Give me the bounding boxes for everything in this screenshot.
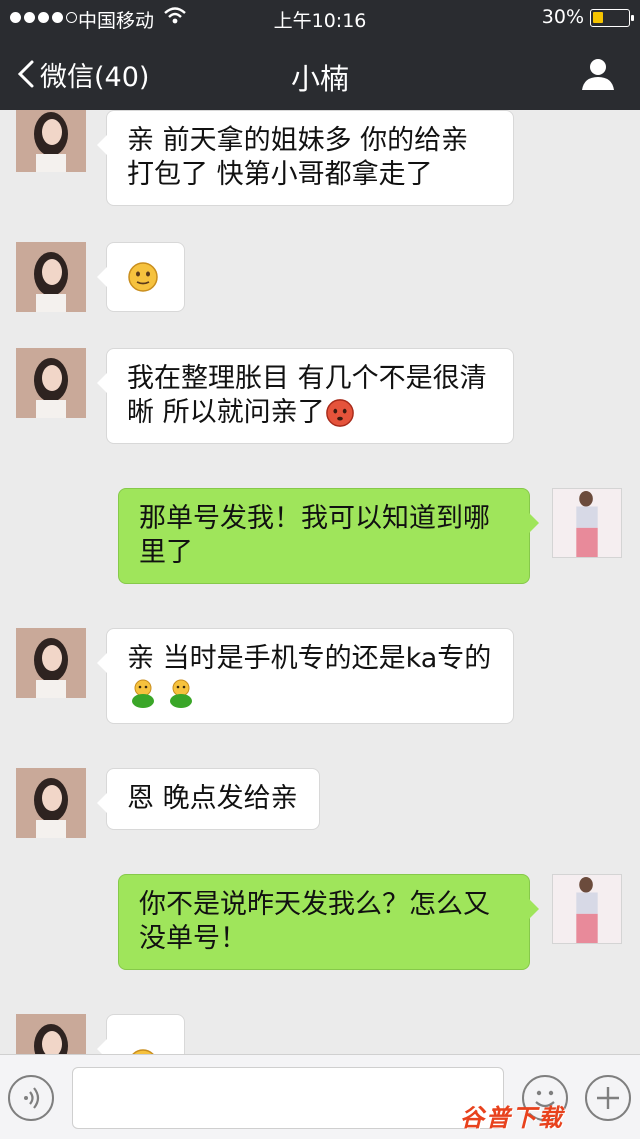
message-line: 那单号发我！我可以知道到哪 [139,503,490,534]
message-line: 里了 [139,537,193,568]
message-line: 亲 前天拿的姐妹多 你的给亲 [127,125,469,156]
emoji-row [127,676,493,710]
contact-avatar[interactable] [16,348,86,418]
green-figure-emoji [132,679,154,708]
message-line-row: 晰 所以就问亲了 [127,396,493,430]
contact-avatar[interactable] [16,1014,86,1054]
message-bubble[interactable] [97,1014,185,1054]
person-icon [582,59,614,90]
message-input[interactable] [72,1067,504,1129]
contact-avatar[interactable] [16,110,86,172]
my-avatar[interactable] [552,874,622,944]
message-bubble[interactable]: 你不是说昨天发我么？怎么又 没单号！ [118,874,539,970]
status-bar: 中国移动 上午10:16 30% [0,0,640,36]
chat-title: 小楠 [290,62,349,96]
navigation-bar: 微信(40) 小楠 [0,44,640,104]
contact-avatar[interactable] [16,628,86,698]
contact-avatar[interactable] [16,768,86,838]
battery-icon [590,9,634,27]
message-line: 亲 当时是手机专的还是ka专的 [127,643,492,674]
message-bubble[interactable]: 那单号发我！我可以知道到哪 里了 [118,488,539,584]
battery-percent: 30% [541,6,584,28]
chat-area[interactable]: 亲 前天拿的姐妹多 你的给亲 打包了 快第小哥都拿走了 我在整理胀目 有几个不是… [0,110,640,1054]
green-figure-emoji [170,679,192,708]
battery-fill [593,12,603,23]
contact-profile-button[interactable] [578,54,618,94]
contact-avatar[interactable] [16,242,86,312]
voice-button[interactable] [8,1075,54,1121]
watermark: 谷普下载 [460,1104,564,1132]
voice-icon [24,1087,40,1109]
message-bubble[interactable]: 我在整理胀目 有几个不是很清 晰 所以就问亲了 [97,348,514,444]
message-line: 没单号！ [139,923,247,954]
message-line: 打包了 快第小哥都拿走了 [127,159,433,190]
message-line: 恩 晚点发给亲 [127,783,298,814]
smile-emoji [128,262,158,292]
message-bubble[interactable]: 亲 当时是手机专的还是ka专的 [97,628,514,724]
message-line: 你不是说昨天发我么？怎么又 [139,889,490,920]
message-bubble[interactable]: 恩 晚点发给亲 [97,768,320,830]
top-bar: 中国移动 上午10:16 30% 微信(40) 小楠 [0,0,640,110]
message-bubble[interactable] [97,242,185,312]
message-line: 我在整理胀目 有几个不是很清 [127,363,487,394]
message-bubble[interactable]: 亲 前天拿的姐妹多 你的给亲 打包了 快第小哥都拿走了 [97,110,514,206]
more-button[interactable] [585,1075,631,1121]
plus-icon [597,1087,619,1109]
blush-emoji [325,399,354,427]
my-avatar[interactable] [552,488,622,558]
message-line: 晰 所以就问亲了 [127,397,325,428]
